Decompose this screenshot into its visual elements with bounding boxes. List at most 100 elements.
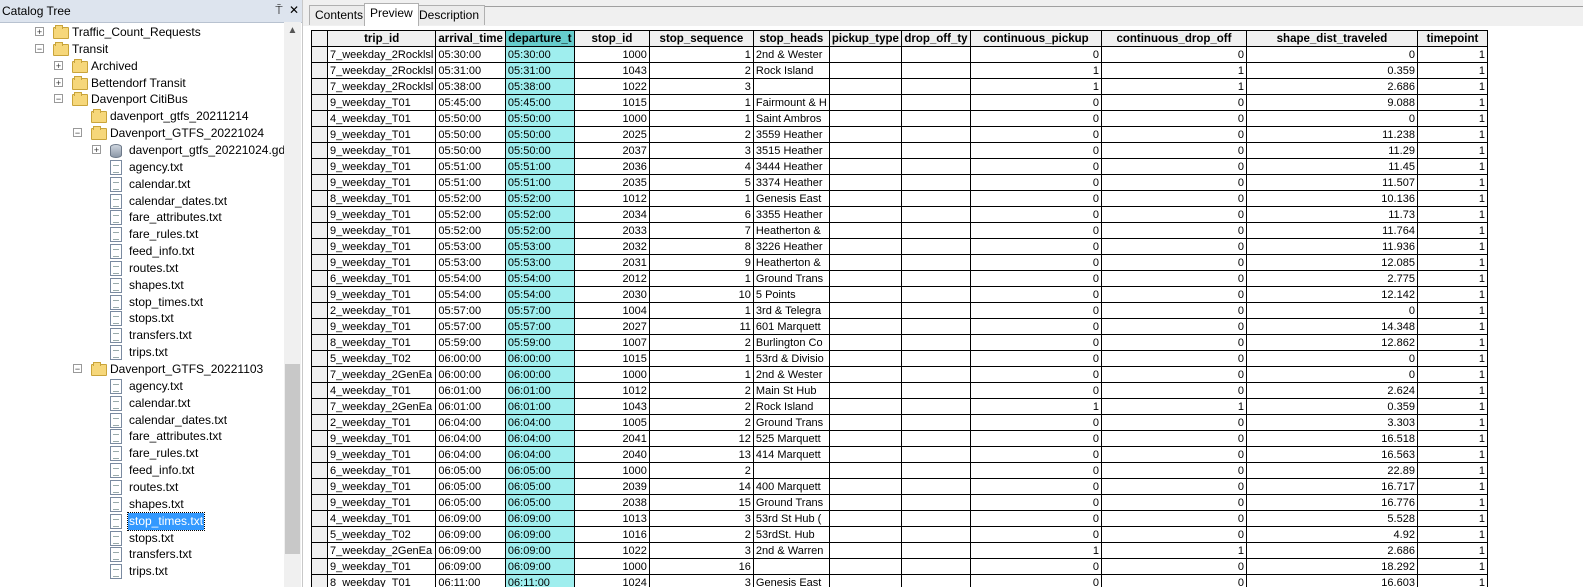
row-selector[interactable]: [311, 46, 328, 63]
cell-stop_heads[interactable]: Burlington Co: [752, 334, 830, 351]
cell-arrival_time[interactable]: 05:52:00: [435, 206, 506, 223]
cell-continuous_drop_off[interactable]: 0: [1100, 446, 1247, 463]
row-selector[interactable]: [311, 542, 328, 559]
cell-stop_id[interactable]: 2033: [573, 222, 650, 239]
row-selector[interactable]: [311, 430, 328, 447]
tree-node[interactable]: − Davenport_GTFS_20221103: [0, 361, 284, 378]
cell-timepoint[interactable]: 1: [1416, 62, 1488, 79]
cell-continuous_drop_off[interactable]: 0: [1100, 270, 1247, 287]
cell-stop_id[interactable]: 1012: [573, 190, 650, 207]
cell-arrival_time[interactable]: 05:57:00: [435, 318, 506, 335]
cell-continuous_drop_off[interactable]: 0: [1100, 206, 1247, 223]
tree-node[interactable]: davenport_gtfs_20211214: [0, 108, 284, 125]
cell-continuous_pickup[interactable]: 1: [969, 78, 1102, 95]
cell-trip_id[interactable]: 9_weekday_T01: [326, 206, 437, 223]
cell-trip_id[interactable]: 5_weekday_T02: [326, 526, 437, 543]
cell-shape_dist_traveled[interactable]: 11.936: [1245, 238, 1418, 255]
cell-drop_off_ty[interactable]: [900, 574, 971, 587]
cell-departure_t[interactable]: 05:54:00: [504, 286, 575, 303]
cell-shape_dist_traveled[interactable]: 5.528: [1245, 510, 1418, 527]
row-selector[interactable]: [311, 110, 328, 127]
cell-trip_id[interactable]: 8_weekday_T01: [326, 574, 437, 587]
cell-arrival_time[interactable]: 05:50:00: [435, 110, 506, 127]
cell-continuous_pickup[interactable]: 0: [969, 494, 1102, 511]
row-selector[interactable]: [311, 126, 328, 143]
cell-pickup_type[interactable]: [828, 190, 902, 207]
expand-icon[interactable]: +: [54, 77, 63, 87]
tree-node[interactable]: calendar_dates.txt: [0, 412, 284, 429]
cell-shape_dist_traveled[interactable]: 11.73: [1245, 206, 1418, 223]
cell-departure_t[interactable]: 05:51:00: [504, 174, 575, 191]
cell-shape_dist_traveled[interactable]: 0: [1245, 110, 1418, 127]
cell-stop_sequence[interactable]: 9: [648, 254, 754, 271]
cell-shape_dist_traveled[interactable]: 11.29: [1245, 142, 1418, 159]
cell-pickup_type[interactable]: [828, 78, 902, 95]
cell-stop_heads[interactable]: 53rdSt. Hub: [752, 526, 830, 543]
cell-stop_heads[interactable]: [752, 78, 830, 95]
cell-shape_dist_traveled[interactable]: 16.518: [1245, 430, 1418, 447]
cell-continuous_pickup[interactable]: 0: [969, 510, 1102, 527]
cell-stop_id[interactable]: 2041: [573, 430, 650, 447]
column-header-shape_dist_traveled[interactable]: shape_dist_traveled: [1245, 30, 1418, 47]
cell-continuous_drop_off[interactable]: 0: [1100, 254, 1247, 271]
cell-arrival_time[interactable]: 06:09:00: [435, 558, 506, 575]
cell-departure_t[interactable]: 06:00:00: [504, 350, 575, 367]
cell-stop_sequence[interactable]: 2: [648, 382, 754, 399]
cell-pickup_type[interactable]: [828, 526, 902, 543]
row-selector[interactable]: [311, 574, 328, 587]
cell-stop_heads[interactable]: 3374 Heather: [752, 174, 830, 191]
cell-continuous_pickup[interactable]: 0: [969, 142, 1102, 159]
cell-stop_sequence[interactable]: 10: [648, 286, 754, 303]
cell-departure_t[interactable]: 06:05:00: [504, 462, 575, 479]
table-row[interactable]: 6_weekday_T01 05:54:00 05:54:00 2012 1 Ground…: [311, 270, 1488, 287]
cell-pickup_type[interactable]: [828, 446, 902, 463]
cell-trip_id[interactable]: 9_weekday_T01: [326, 94, 437, 111]
cell-stop_id[interactable]: 1000: [573, 558, 650, 575]
cell-stop_id[interactable]: 1043: [573, 398, 650, 415]
cell-timepoint[interactable]: 1: [1416, 446, 1488, 463]
cell-stop_heads[interactable]: Heatherton &: [752, 254, 830, 271]
cell-stop_sequence[interactable]: 3: [648, 78, 754, 95]
cell-stop_id[interactable]: 2032: [573, 238, 650, 255]
cell-timepoint[interactable]: 1: [1416, 462, 1488, 479]
cell-arrival_time[interactable]: 05:54:00: [435, 286, 506, 303]
row-selector[interactable]: [311, 318, 328, 335]
cell-continuous_drop_off[interactable]: 0: [1100, 462, 1247, 479]
cell-stop_heads[interactable]: 3444 Heather: [752, 158, 830, 175]
cell-pickup_type[interactable]: [828, 574, 902, 587]
cell-drop_off_ty[interactable]: [900, 542, 971, 559]
cell-departure_t[interactable]: 06:05:00: [504, 478, 575, 495]
tree-node[interactable]: shapes.txt: [0, 277, 284, 294]
cell-drop_off_ty[interactable]: [900, 302, 971, 319]
row-selector[interactable]: [311, 286, 328, 303]
cell-pickup_type[interactable]: [828, 350, 902, 367]
row-selector[interactable]: [311, 558, 328, 575]
cell-continuous_pickup[interactable]: 0: [969, 526, 1102, 543]
cell-arrival_time[interactable]: 06:04:00: [435, 446, 506, 463]
column-header-drop_off_ty[interactable]: drop_off_ty: [900, 30, 971, 47]
row-selector[interactable]: [311, 398, 328, 415]
cell-stop_heads[interactable]: 400 Marquett: [752, 478, 830, 495]
cell-drop_off_ty[interactable]: [900, 334, 971, 351]
cell-stop_id[interactable]: 1007: [573, 334, 650, 351]
cell-stop_id[interactable]: 2025: [573, 126, 650, 143]
tree-node[interactable]: feed_info.txt: [0, 243, 284, 260]
cell-pickup_type[interactable]: [828, 270, 902, 287]
column-header-trip_id[interactable]: trip_id: [326, 30, 437, 47]
cell-stop_heads[interactable]: 3rd & Telegra: [752, 302, 830, 319]
tree-node[interactable]: transfers.txt: [0, 546, 284, 563]
cell-shape_dist_traveled[interactable]: 11.238: [1245, 126, 1418, 143]
cell-drop_off_ty[interactable]: [900, 286, 971, 303]
collapse-icon[interactable]: −: [73, 364, 82, 374]
cell-continuous_drop_off[interactable]: 0: [1100, 526, 1247, 543]
cell-drop_off_ty[interactable]: [900, 222, 971, 239]
cell-continuous_drop_off[interactable]: 1: [1100, 78, 1247, 95]
cell-stop_sequence[interactable]: 1: [648, 270, 754, 287]
cell-continuous_pickup[interactable]: 0: [969, 238, 1102, 255]
table-row[interactable]: 9_weekday_T01 06:05:00 06:05:00 2039 14 400 M…: [311, 478, 1488, 495]
cell-pickup_type[interactable]: [828, 414, 902, 431]
cell-stop_heads[interactable]: 414 Marquett: [752, 446, 830, 463]
table-row[interactable]: 9_weekday_T01 05:53:00 05:53:00 2031 9 Heathe…: [311, 254, 1488, 271]
cell-departure_t[interactable]: 06:09:00: [504, 558, 575, 575]
cell-trip_id[interactable]: 9_weekday_T01: [326, 478, 437, 495]
